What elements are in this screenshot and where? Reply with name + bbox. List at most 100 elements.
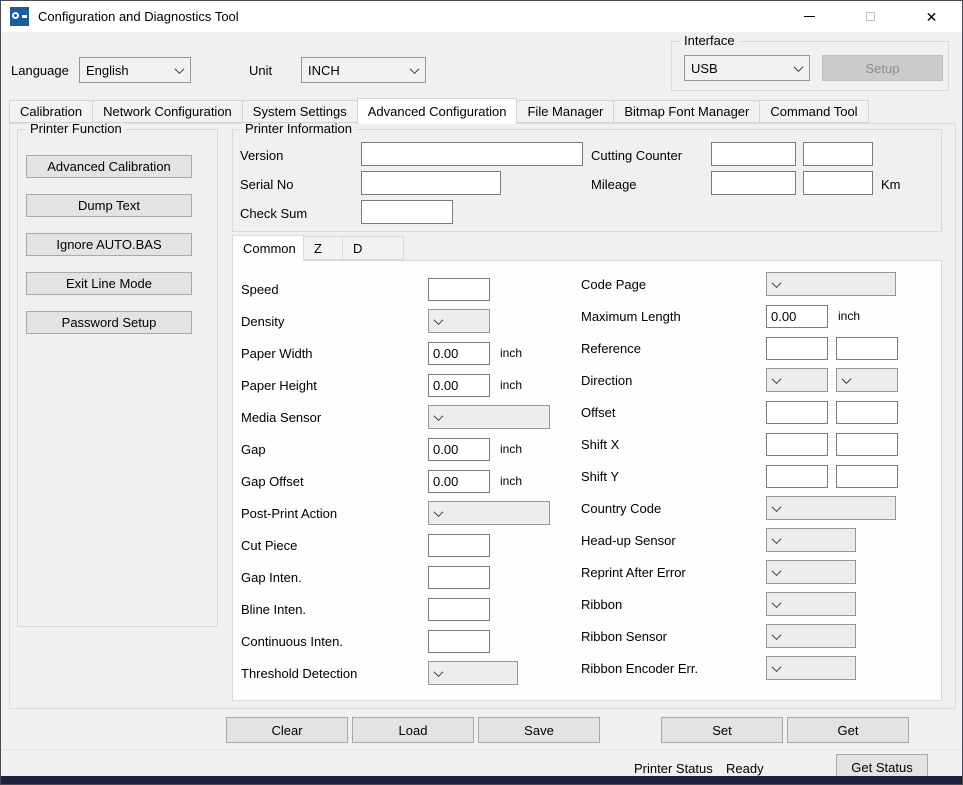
- direction-select-1[interactable]: [766, 368, 828, 392]
- shift-x-input-2[interactable]: [836, 433, 898, 456]
- post-print-action-select[interactable]: [428, 501, 550, 525]
- exit-line-mode-button[interactable]: Exit Line Mode: [26, 272, 192, 295]
- set-button[interactable]: Set: [661, 717, 783, 743]
- printer-information-group-label: Printer Information: [241, 121, 356, 136]
- reference-row: Reference: [581, 332, 937, 364]
- tab-advanced-configuration[interactable]: Advanced Configuration: [357, 98, 518, 124]
- paper-width-controls: inch: [428, 342, 522, 365]
- density-select[interactable]: [428, 309, 490, 333]
- chevron-down-icon: [434, 667, 444, 677]
- check-sum-input[interactable]: [361, 200, 453, 224]
- version-label: Version: [240, 148, 283, 163]
- ribbon-encoder-err-controls: [766, 656, 856, 680]
- code-page-controls: [766, 272, 896, 296]
- speed-controls: [428, 278, 490, 301]
- interface-select-value: USB: [691, 61, 718, 76]
- post-print-action-row: Post-Print Action: [241, 497, 571, 529]
- threshold-detection-select[interactable]: [428, 661, 518, 685]
- reference-input-1[interactable]: [766, 337, 828, 360]
- paper-width-label: Paper Width: [241, 346, 428, 361]
- clear-button[interactable]: Clear: [226, 717, 348, 743]
- direction-select-2[interactable]: [836, 368, 898, 392]
- inner-tab-z[interactable]: Z: [303, 236, 343, 260]
- mileage-input-2[interactable]: [803, 171, 873, 195]
- reprint-after-error-select[interactable]: [766, 560, 856, 584]
- paper-height-input[interactable]: [428, 374, 490, 397]
- speed-input[interactable]: [428, 278, 490, 301]
- head-up-sensor-select[interactable]: [766, 528, 856, 552]
- inner-tab-common[interactable]: Common: [232, 235, 304, 261]
- shift-y-input-1[interactable]: [766, 465, 828, 488]
- tab-bitmap-font-manager[interactable]: Bitmap Font Manager: [613, 100, 760, 123]
- printer-function-group-label: Printer Function: [26, 121, 126, 136]
- offset-input-2[interactable]: [836, 401, 898, 424]
- tab-system-settings[interactable]: System Settings: [242, 100, 358, 123]
- continuous-inten-controls: [428, 630, 490, 653]
- continuous-inten-label: Continuous Inten.: [241, 634, 428, 649]
- maximum-length-unit-label: inch: [838, 309, 860, 323]
- setup-button[interactable]: Setup: [822, 55, 943, 81]
- close-button[interactable]: ✕: [901, 1, 962, 32]
- ribbon-select[interactable]: [766, 592, 856, 616]
- continuous-inten-input[interactable]: [428, 630, 490, 653]
- tab-command-tool[interactable]: Command Tool: [759, 100, 868, 123]
- bline-inten-input[interactable]: [428, 598, 490, 621]
- load-button[interactable]: Load: [352, 717, 474, 743]
- ribbon-row: Ribbon: [581, 588, 937, 620]
- language-select-value: English: [86, 63, 129, 78]
- advanced-calibration-button[interactable]: Advanced Calibration: [26, 155, 192, 178]
- maximize-icon: [866, 12, 875, 21]
- media-sensor-select[interactable]: [428, 405, 550, 429]
- country-code-row: Country Code: [581, 492, 937, 524]
- code-page-select[interactable]: [766, 272, 896, 296]
- interface-select[interactable]: USB: [684, 55, 810, 81]
- gap-offset-input[interactable]: [428, 470, 490, 493]
- inner-tab-d[interactable]: D: [342, 236, 404, 260]
- window-bottom-edge: [1, 776, 962, 784]
- advanced-configuration-page: Printer Function Advanced Calibration Dum…: [9, 123, 956, 709]
- main-tab-bar: CalibrationNetwork ConfigurationSystem S…: [9, 100, 869, 123]
- chevron-down-icon: [434, 411, 444, 421]
- ribbon-encoder-err-select[interactable]: [766, 656, 856, 680]
- tab-network-configuration[interactable]: Network Configuration: [92, 100, 243, 123]
- offset-row: Offset: [581, 396, 937, 428]
- tab-calibration[interactable]: Calibration: [9, 100, 93, 123]
- maximum-length-input[interactable]: [766, 305, 828, 328]
- reference-input-2[interactable]: [836, 337, 898, 360]
- gap-input[interactable]: [428, 438, 490, 461]
- window-title: Configuration and Diagnostics Tool: [38, 9, 239, 24]
- unit-select-value: INCH: [308, 63, 340, 78]
- offset-input-1[interactable]: [766, 401, 828, 424]
- password-setup-button[interactable]: Password Setup: [26, 311, 192, 334]
- ribbon-sensor-select[interactable]: [766, 624, 856, 648]
- interface-group: Interface USB Setup: [671, 41, 949, 91]
- get-button[interactable]: Get: [787, 717, 909, 743]
- speed-label: Speed: [241, 282, 428, 297]
- language-select[interactable]: English: [79, 57, 191, 83]
- unit-select[interactable]: INCH: [301, 57, 426, 83]
- caption-buttons: ✕: [779, 1, 962, 32]
- cut-piece-input[interactable]: [428, 534, 490, 557]
- mileage-input-1[interactable]: [711, 171, 796, 195]
- cutting-counter-input-1[interactable]: [711, 142, 796, 166]
- version-input[interactable]: [361, 142, 583, 166]
- dump-text-button[interactable]: Dump Text: [26, 194, 192, 217]
- check-sum-label: Check Sum: [240, 206, 307, 221]
- serial-no-input[interactable]: [361, 171, 501, 195]
- save-button[interactable]: Save: [478, 717, 600, 743]
- country-code-select[interactable]: [766, 496, 896, 520]
- maximize-button[interactable]: [840, 1, 901, 32]
- cutting-counter-input-2[interactable]: [803, 142, 873, 166]
- shift-x-input-1[interactable]: [766, 433, 828, 456]
- shift-y-input-2[interactable]: [836, 465, 898, 488]
- chevron-down-icon: [175, 64, 185, 74]
- gap-inten-input[interactable]: [428, 566, 490, 589]
- paper-width-input[interactable]: [428, 342, 490, 365]
- minimize-button[interactable]: [779, 1, 840, 32]
- density-controls: [428, 309, 490, 333]
- ignore-auto-bas-button[interactable]: Ignore AUTO.BAS: [26, 233, 192, 256]
- tab-file-manager[interactable]: File Manager: [516, 100, 614, 123]
- code-page-row: Code Page: [581, 268, 937, 300]
- chevron-down-icon: [772, 374, 782, 384]
- status-divider: [1, 749, 962, 750]
